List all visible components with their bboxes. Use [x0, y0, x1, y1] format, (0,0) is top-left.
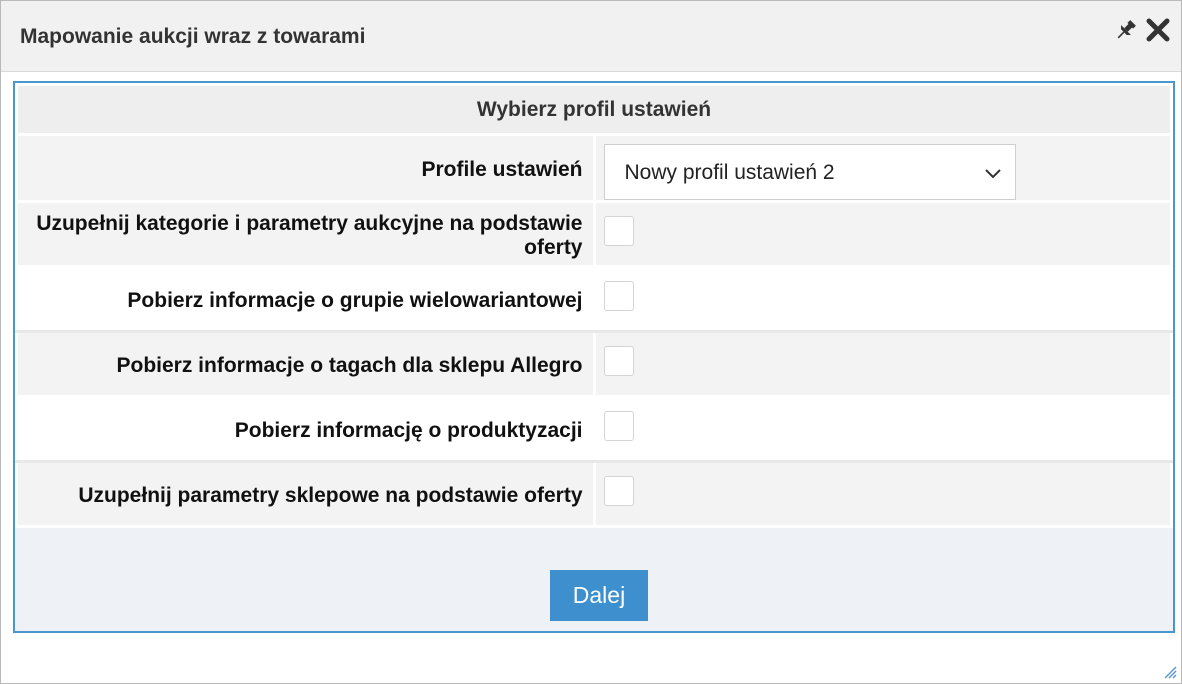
- pin-icon[interactable]: [1113, 16, 1139, 44]
- option-checkbox-shop-params[interactable]: [603, 476, 634, 506]
- dialog-window: Mapowanie aukcji wraz z towarami Wybierz…: [0, 0, 1182, 684]
- option-checkbox-variant-group[interactable]: [603, 281, 634, 311]
- settings-panel: Wybierz profil ustawień Profile ustawień…: [13, 81, 1175, 633]
- option-checkbox-productization[interactable]: [603, 411, 634, 441]
- option-row: Pobierz informację o produktyzacji: [15, 395, 1173, 463]
- option-label: Uzupełnij kategorie i parametry aukcyjne…: [15, 200, 596, 268]
- option-checkbox-tags[interactable]: [603, 346, 634, 376]
- option-label: Pobierz informację o produktyzacji: [15, 395, 596, 463]
- resize-handle-icon[interactable]: [1161, 663, 1177, 679]
- option-row: Uzupełnij parametry sklepowe na podstawi…: [15, 460, 1173, 528]
- option-checkbox-categories[interactable]: [603, 216, 634, 246]
- close-icon[interactable]: [1145, 16, 1171, 44]
- option-row: Pobierz informacje o grupie wielowariant…: [15, 265, 1173, 333]
- option-label: Pobierz informacje o grupie wielowariant…: [15, 265, 596, 333]
- panel-footer: Dalej: [15, 559, 1173, 631]
- titlebar-actions: [1113, 16, 1171, 44]
- profile-label: Profile ustawień: [15, 133, 596, 203]
- option-row: Pobierz informacje o tagach dla sklepu A…: [15, 330, 1173, 398]
- profile-row: Profile ustawień Nowy profil ustawień 2: [15, 133, 1173, 203]
- dialog-title: Mapowanie aukcji wraz z towarami: [20, 25, 366, 48]
- next-button[interactable]: Dalej: [550, 570, 648, 621]
- option-row: Uzupełnij kategorie i parametry aukcyjne…: [15, 200, 1173, 268]
- settings-table: Wybierz profil ustawień Profile ustawień…: [15, 83, 1173, 528]
- option-label: Pobierz informacje o tagach dla sklepu A…: [15, 330, 596, 398]
- profile-select-value: Nowy profil ustawień 2: [624, 161, 835, 184]
- profile-select[interactable]: Nowy profil ustawień 2: [603, 144, 1016, 200]
- chevron-down-icon: [984, 169, 1001, 179]
- dialog-titlebar[interactable]: Mapowanie aukcji wraz z towarami: [1, 1, 1181, 72]
- panel-header: Wybierz profil ustawień: [15, 83, 1173, 136]
- option-label: Uzupełnij parametry sklepowe na podstawi…: [15, 460, 596, 528]
